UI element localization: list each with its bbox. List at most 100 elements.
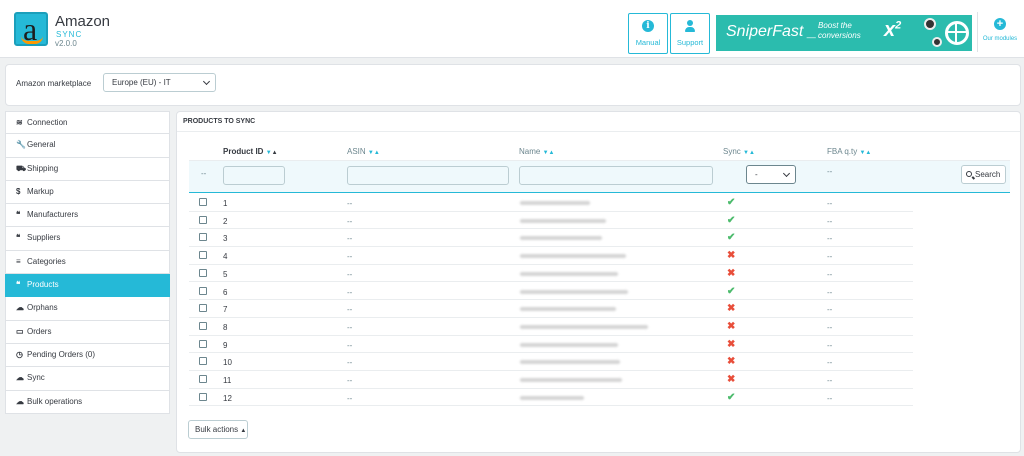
sidebar-item-label: Shipping (27, 163, 59, 173)
sort-asc-icon[interactable]: ▲ (272, 150, 278, 156)
table-row[interactable]: 10 -- ✖ -- (189, 353, 913, 371)
row-checkbox[interactable] (199, 304, 207, 313)
product-name-redacted (520, 201, 590, 205)
our-modules-button[interactable]: + Our modules (980, 18, 1020, 42)
row-checkbox[interactable] (199, 198, 207, 206)
wifi-icon: ≋ (16, 118, 23, 127)
filter-name-input[interactable] (519, 166, 713, 185)
manual-label: Manual (635, 38, 661, 47)
row-checkbox[interactable] (199, 321, 207, 330)
banner-tagline: Boost the conversions (818, 21, 861, 40)
sidebar-item-orders[interactable]: ▭ Orders (5, 320, 170, 344)
product-id: 9 (223, 340, 228, 350)
table-row[interactable]: 8 -- ✖ -- (189, 318, 913, 336)
product-asin: -- (347, 287, 353, 297)
products-panel: PRODUCTS TO SYNC Product ID ▼▲ ASIN ▼▲ N… (176, 111, 1021, 453)
product-name-redacted (520, 271, 618, 276)
column-header-asin[interactable]: ASIN ▼▲ (347, 147, 380, 156)
quote-icon: ❝ (16, 233, 21, 243)
cross-icon: ✖ (727, 356, 736, 368)
table-row[interactable]: 4 -- ✖ -- (189, 247, 913, 265)
product-name-redacted (520, 289, 628, 294)
product-id: 10 (223, 358, 232, 368)
product-id-label: Product ID (223, 147, 264, 156)
sidebar-item-categories[interactable]: ≡ Categories (5, 250, 170, 275)
table-row[interactable]: 9 -- ✖ -- (189, 336, 913, 354)
sidebar-item-shipping[interactable]: ⛟Shipping (5, 157, 170, 181)
product-id: 6 (223, 287, 228, 297)
product-fba-qty: -- (827, 252, 833, 262)
truck-icon: ⛟ (16, 163, 27, 173)
cross-icon: ✖ (727, 250, 736, 262)
product-name-redacted (520, 378, 622, 382)
sidebar-item-orphans[interactable]: ☁ Orphans (5, 297, 170, 321)
table-row[interactable]: 1 -- ✔ -- (189, 194, 913, 212)
product-name-redacted (520, 236, 602, 241)
sidebar-item-suppliers[interactable]: ❝ Suppliers (5, 227, 170, 251)
product-asin: -- (347, 216, 353, 226)
column-header-name[interactable]: Name ▼▲ (519, 147, 554, 156)
sort-asc-icon[interactable]: ▲ (549, 150, 555, 156)
banner-x: x (884, 19, 896, 41)
product-asin: -- (347, 358, 353, 368)
sidebar-item-bulk-operations[interactable]: ☁ Bulk operations (5, 390, 170, 414)
table-row[interactable]: 6 -- ✔ -- (189, 283, 913, 301)
search-button[interactable]: Search (961, 165, 1006, 184)
filter-asin-input[interactable] (347, 166, 509, 185)
wrench-icon: 🔧 (16, 140, 26, 150)
row-checkbox[interactable] (199, 233, 207, 242)
sidebar-item-label: Orphans (27, 303, 58, 313)
plus-circle-icon: + (994, 18, 1006, 30)
table-row[interactable]: 11 -- ✖ -- (189, 371, 913, 389)
column-header-product-id[interactable]: Product ID ▼▲ (223, 147, 278, 156)
column-header-sync[interactable]: Sync ▼▲ (723, 147, 755, 156)
column-header-fba[interactable]: FBA q.ty ▼▲ (827, 147, 871, 156)
table-row[interactable]: 3 -- ✔ -- (189, 229, 913, 248)
sort-asc-icon[interactable]: ▲ (749, 150, 755, 156)
row-checkbox[interactable] (199, 251, 207, 260)
sidebar-item-products[interactable]: ❝ Products (5, 274, 170, 298)
our-modules-label: Our modules (982, 36, 1018, 42)
filter-sync-select[interactable]: - (746, 165, 796, 184)
sidebar-item-manufacturers[interactable]: ❝ Manufacturers (5, 204, 170, 228)
sidebar-item-label: Orders (27, 326, 52, 336)
sidebar-item-connection[interactable]: ≋ Connection (5, 111, 170, 135)
manual-button[interactable]: i Manual (628, 13, 668, 54)
table-row[interactable]: 5 -- ✖ -- (189, 265, 913, 283)
filter-product-id-input[interactable] (223, 166, 285, 185)
product-id: 11 (223, 376, 232, 385)
bulk-actions-button[interactable]: Bulk actions ▲ (188, 420, 248, 439)
sort-asc-icon[interactable]: ▲ (865, 150, 871, 156)
row-checkbox[interactable] (199, 357, 207, 366)
sidebar-item-pending-orders-0[interactable]: ◷ Pending Orders (0) (5, 343, 170, 368)
product-id: 5 (223, 269, 228, 279)
sidebar-item-sync[interactable]: ☁ Sync (5, 367, 170, 391)
table-row[interactable]: 7 -- ✖ -- (189, 300, 913, 318)
sort-asc-icon[interactable]: ▲ (374, 150, 380, 156)
row-checkbox[interactable] (199, 286, 207, 295)
product-fba-qty: -- (827, 287, 833, 297)
banner-multiplier: x2 (884, 19, 901, 42)
sniperfast-banner[interactable]: SniperFast _ Boost the conversions x2 (716, 15, 972, 51)
check-icon: ✔ (727, 232, 736, 244)
table-row[interactable]: 2 -- ✔ -- (189, 212, 913, 230)
row-checkbox[interactable] (199, 375, 207, 383)
sidebar-item-label: Products (27, 280, 59, 290)
row-checkbox[interactable] (199, 339, 207, 348)
info-icon: i (642, 20, 654, 32)
product-id: 2 (223, 216, 228, 226)
table-row[interactable]: 12 -- ✔ -- (189, 389, 913, 407)
support-button[interactable]: Support (670, 13, 710, 54)
crosshair-icon (945, 21, 969, 45)
app-subtitle: SYNC (56, 30, 83, 39)
sidebar-item-markup[interactable]: $ Markup (5, 180, 170, 205)
row-checkbox[interactable] (199, 215, 207, 224)
product-name-redacted (520, 342, 618, 347)
product-asin: -- (347, 199, 353, 208)
row-checkbox[interactable] (199, 268, 207, 277)
marketplace-select[interactable]: Europe (EU) - IT (103, 73, 216, 92)
sidebar-item-general[interactable]: 🔧General (5, 134, 170, 158)
row-checkbox[interactable] (199, 392, 207, 401)
product-asin: -- (347, 393, 353, 403)
app-name: Amazon (55, 13, 111, 30)
